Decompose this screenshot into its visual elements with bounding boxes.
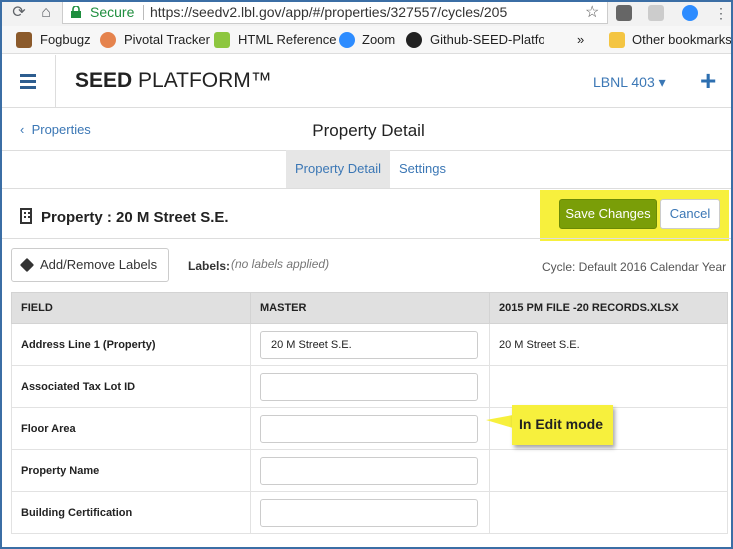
table-row: Associated Tax Lot ID	[11, 365, 728, 408]
master-cell	[250, 449, 490, 492]
add-icon[interactable]: +	[700, 65, 716, 97]
bookmark-other[interactable]: Other bookmarks	[632, 32, 731, 47]
property-table: FIELD MASTER 2015 PM FILE -20 RECORDS.XL…	[11, 292, 728, 534]
master-input-tax-lot-id[interactable]	[260, 372, 478, 401]
back-label: Properties	[31, 122, 91, 137]
page-title: Property Detail	[312, 121, 425, 140]
save-changes-button[interactable]: Save Changes	[559, 199, 657, 229]
bookmark-github-seed[interactable]: Github-SEED-Platforr	[430, 32, 544, 47]
app-header: SEED PLATFORM™ LBNL 403 ▾ +	[2, 55, 731, 108]
labels-caption: Labels:	[188, 259, 231, 273]
folder-icon	[609, 32, 625, 48]
column-header-field: FIELD	[11, 292, 251, 324]
master-input-building-certification[interactable]	[260, 498, 478, 527]
browser-toolbar: ⟳ ⌂ Secure https://seedv2.lbl.gov/app/#/…	[2, 2, 731, 26]
pdf-extension-icon[interactable]	[648, 5, 664, 21]
table-header-row: FIELD MASTER 2015 PM FILE -20 RECORDS.XL…	[11, 292, 728, 324]
more-bookmarks-icon[interactable]: »	[577, 32, 584, 47]
master-cell	[250, 491, 490, 534]
w3-icon	[214, 32, 230, 48]
column-header-master: MASTER	[250, 292, 490, 324]
tag-icon	[19, 257, 35, 273]
master-cell	[250, 323, 490, 366]
bookmark-html-reference[interactable]: HTML Reference	[238, 32, 337, 47]
app-brand[interactable]: SEED PLATFORM™	[75, 69, 272, 93]
bookmark-fogbugz[interactable]: Fogbugz	[40, 32, 91, 47]
cycle-label: Cycle: Default 2016 Calendar Year	[542, 260, 727, 274]
url-text[interactable]: https://seedv2.lbl.gov/app/#/properties/…	[150, 4, 507, 20]
master-input-floor-area[interactable]	[260, 414, 478, 443]
labels-value: (no labels applied)	[231, 257, 330, 271]
fogbugz-icon	[16, 32, 32, 48]
field-name: Address Line 1 (Property)	[11, 323, 251, 366]
file-value	[489, 491, 728, 534]
chevron-left-icon: ‹	[20, 122, 32, 137]
github-icon	[406, 32, 422, 48]
cancel-button[interactable]: Cancel	[660, 199, 720, 229]
file-value	[489, 365, 728, 408]
bookmark-zoom[interactable]: Zoom	[362, 32, 395, 47]
zoom-extension-icon[interactable]	[682, 5, 698, 21]
building-icon	[20, 208, 32, 224]
divider	[2, 188, 731, 189]
master-cell	[250, 365, 490, 408]
brand-rest: PLATFORM™	[132, 69, 272, 92]
master-input-property-name[interactable]	[260, 456, 478, 485]
menu-dots-icon[interactable]: ⋮	[712, 4, 730, 22]
zoom-icon	[339, 32, 355, 48]
screenshot-frame: ⟳ ⌂ Secure https://seedv2.lbl.gov/app/#/…	[0, 0, 733, 549]
home-icon[interactable]: ⌂	[37, 4, 55, 22]
edit-mode-callout: In Edit mode	[512, 405, 613, 445]
back-to-properties-link[interactable]: ‹ Properties	[20, 122, 91, 137]
lock-icon	[71, 6, 81, 18]
master-cell	[250, 407, 490, 450]
pivotal-tracker-icon	[100, 32, 116, 48]
secure-label: Secure	[90, 4, 135, 20]
master-input-address-line-1[interactable]	[260, 330, 478, 359]
field-name: Associated Tax Lot ID	[11, 365, 251, 408]
column-header-file: 2015 PM FILE -20 RECORDS.XLSX	[489, 292, 728, 324]
tab-settings[interactable]: Settings	[390, 150, 455, 188]
table-row: Building Certification	[11, 491, 728, 534]
url-divider	[143, 5, 144, 20]
menu-icon[interactable]	[2, 55, 56, 108]
table-row: Address Line 1 (Property) 20 M Street S.…	[11, 323, 728, 366]
organization-dropdown[interactable]: LBNL 403 ▾	[593, 74, 666, 91]
add-remove-labels-label: Add/Remove Labels	[40, 257, 158, 272]
callout-pointer	[486, 415, 513, 428]
extension-icon[interactable]	[616, 5, 632, 21]
divider	[2, 238, 731, 239]
field-name: Building Certification	[11, 491, 251, 534]
bookmark-star-icon[interactable]: ☆	[585, 2, 599, 22]
table-row: Floor Area	[11, 407, 728, 450]
bookmark-pivotal-tracker[interactable]: Pivotal Tracker	[124, 32, 210, 47]
address-bar[interactable]: Secure https://seedv2.lbl.gov/app/#/prop…	[62, 2, 608, 24]
reload-icon[interactable]: ⟳	[10, 4, 28, 22]
file-value: 20 M Street S.E.	[489, 323, 728, 366]
table-row: Property Name	[11, 449, 728, 492]
add-remove-labels-button[interactable]: Add/Remove Labels	[11, 248, 169, 282]
tab-property-detail[interactable]: Property Detail	[286, 150, 390, 188]
file-value	[489, 449, 728, 492]
field-name: Property Name	[11, 449, 251, 492]
property-title: Property : 20 M Street S.E.	[41, 209, 229, 226]
bookmarks-bar: Fogbugz Pivotal Tracker HTML Reference Z…	[2, 26, 731, 54]
brand-bold: SEED	[75, 69, 133, 92]
field-name: Floor Area	[11, 407, 251, 450]
